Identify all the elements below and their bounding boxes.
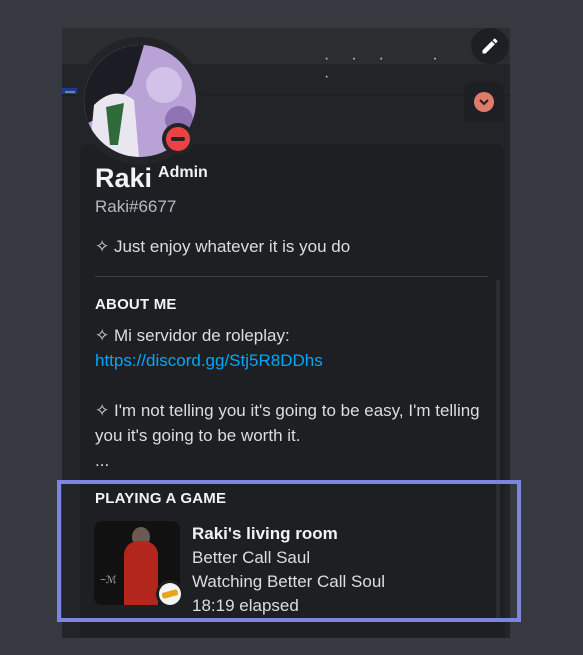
divider [95,276,488,277]
activity-highlight-box [57,480,521,622]
about-me-body: ✧ Mi servidor de roleplay: https://disco… [95,323,495,473]
name-row: Raki Admin [95,162,208,194]
about-more: ... [95,451,110,470]
server-invite-link[interactable]: https://discord.gg/Stj5R8DDhs [95,348,495,373]
pencil-icon [482,38,498,54]
custom-status: ✧ Just enjoy whatever it is you do [95,237,351,256]
do-not-disturb-icon [162,123,194,155]
user-tag: Raki#6677 [95,197,177,216]
edit-profile-button[interactable] [471,28,509,64]
about-line-1: ✧ Mi servidor de roleplay: [95,326,290,345]
display-name: Raki [95,163,153,193]
chevron-down-icon [474,92,494,112]
role-label: Admin [158,164,208,181]
about-line-2: ✧ I'm not telling you it's going to be e… [95,401,480,445]
about-me-title: ABOUT ME [95,296,177,313]
profile-dropdown-button[interactable] [464,82,504,122]
avatar[interactable] [76,37,204,165]
